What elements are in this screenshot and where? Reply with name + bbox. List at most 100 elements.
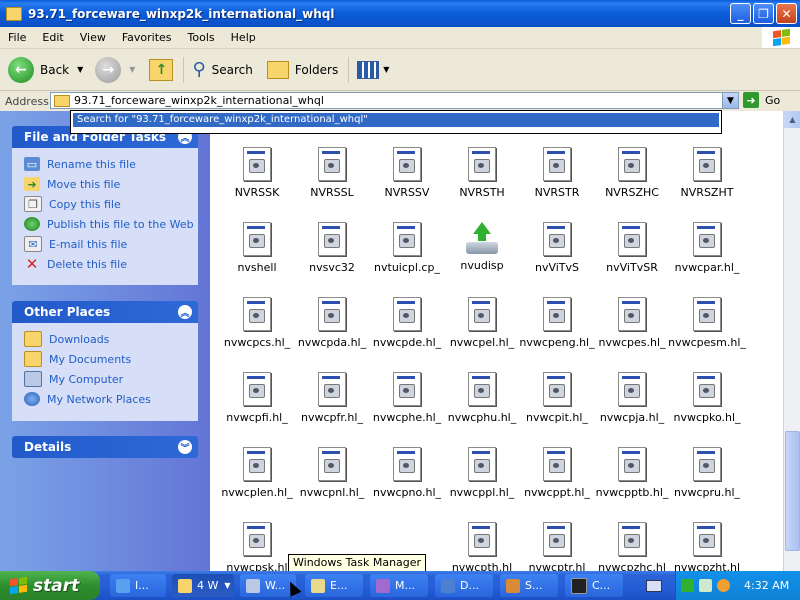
file-item[interactable]: nvwcpfr.hl_ xyxy=(293,372,371,424)
maximize-button[interactable]: ❐ xyxy=(753,3,774,24)
file-item[interactable]: nvwcpit.hl_ xyxy=(518,372,596,424)
file-item[interactable]: nvViTvS xyxy=(518,222,596,274)
search-button[interactable]: ⚲ Search xyxy=(192,59,252,80)
menu-file[interactable]: File xyxy=(0,31,34,44)
file-item[interactable]: nvwcpzhc.hl xyxy=(593,522,671,571)
menu-favorites[interactable]: Favorites xyxy=(114,31,180,44)
start-button[interactable]: start xyxy=(0,571,100,600)
network-icon[interactable] xyxy=(699,579,712,592)
file-item[interactable]: NVRSSL xyxy=(293,147,371,199)
file-item[interactable]: nvwcpes.hl_ xyxy=(593,297,671,349)
task-copy-label[interactable]: Copy this file xyxy=(49,198,121,211)
taskbar-button-m[interactable]: M... xyxy=(370,574,428,597)
search-icon[interactable] xyxy=(717,579,730,592)
task-rename[interactable]: ▭ Rename this file xyxy=(24,154,198,174)
task-publish[interactable]: Publish this file to the Web xyxy=(24,214,198,234)
folders-button[interactable]: Folders xyxy=(266,60,338,79)
file-item[interactable]: nvwcptr.hl xyxy=(518,522,596,571)
file-item[interactable]: nvwcphe.hl_ xyxy=(368,372,446,424)
file-item[interactable]: NVRSZHT xyxy=(668,147,746,199)
menu-view[interactable]: View xyxy=(72,31,114,44)
up-folder-button[interactable]: ↑ xyxy=(149,58,174,81)
autocomplete-suggestion[interactable]: Search for "93.71_forceware_winxp2k_inte… xyxy=(73,113,719,127)
file-item[interactable]: NVRSTH xyxy=(443,147,521,199)
task-rename-label[interactable]: Rename this file xyxy=(47,158,136,171)
task-email-label[interactable]: E-mail this file xyxy=(49,238,127,251)
place-my-documents[interactable]: My Documents xyxy=(24,349,198,369)
task-move[interactable]: ➜ Move this file xyxy=(24,174,198,194)
file-item[interactable]: NVRSSV xyxy=(368,147,446,199)
address-value[interactable]: 93.71_forceware_winxp2k_international_wh… xyxy=(74,94,324,107)
file-item[interactable]: nvwcpzht.hl xyxy=(668,522,746,571)
menu-help[interactable]: Help xyxy=(223,31,264,44)
chevron-down-icon[interactable]: ▼ xyxy=(129,65,135,74)
details-header[interactable]: Details ︾ xyxy=(12,436,198,458)
address-input[interactable]: 93.71_forceware_winxp2k_international_wh… xyxy=(50,92,738,109)
file-item[interactable]: nvwcpfi.hl_ xyxy=(218,372,296,424)
file-item[interactable]: nvViTvSR xyxy=(593,222,671,274)
task-delete-label[interactable]: Delete this file xyxy=(47,258,127,271)
place-my-computer-label[interactable]: My Computer xyxy=(49,373,123,386)
file-item[interactable]: nvwcphu.hl_ xyxy=(443,372,521,424)
file-item[interactable]: nvwcpru.hl_ xyxy=(668,447,746,499)
file-item[interactable]: nvsvc32 xyxy=(293,222,371,274)
file-item[interactable]: nvudisp xyxy=(443,222,521,272)
file-item[interactable]: nvwcpsk.hl xyxy=(218,522,296,571)
views-button[interactable]: ▼ xyxy=(357,60,389,79)
taskbar-button-c[interactable]: C... xyxy=(565,574,623,597)
scroll-thumb[interactable] xyxy=(785,431,800,551)
file-item[interactable]: nvshell xyxy=(218,222,296,274)
file-item[interactable]: nvwcpth.hl xyxy=(443,522,521,571)
go-button[interactable]: ➜ Go xyxy=(743,92,780,108)
place-my-computer[interactable]: My Computer xyxy=(24,369,198,389)
file-item[interactable]: nvwcplen.hl_ xyxy=(218,447,296,499)
back-button[interactable]: ← Back ▼ xyxy=(8,56,83,83)
task-delete[interactable]: ✕ Delete this file xyxy=(24,254,198,274)
place-network-label[interactable]: My Network Places xyxy=(47,393,151,406)
vertical-scrollbar[interactable]: ▲ xyxy=(783,111,800,571)
file-item[interactable]: nvwcppt.hl_ xyxy=(518,447,596,499)
task-publish-label[interactable]: Publish this file to the Web xyxy=(47,218,194,231)
forward-button[interactable]: → ▼ xyxy=(95,56,135,83)
file-item[interactable]: NVRSTR xyxy=(518,147,596,199)
taskbar-button-s[interactable]: S... xyxy=(500,574,558,597)
taskbar-button-d[interactable]: D... xyxy=(435,574,493,597)
close-button[interactable]: ✕ xyxy=(776,3,797,24)
taskbar-button-group[interactable]: 4 W ▼ xyxy=(172,574,234,597)
other-places-header[interactable]: Other Places ︽ xyxy=(12,301,198,323)
file-item[interactable]: NVRSSK xyxy=(218,147,296,199)
keyboard-icon[interactable] xyxy=(646,580,662,592)
minimize-button[interactable]: _ xyxy=(730,3,751,24)
file-item[interactable]: nvwcppl.hl_ xyxy=(443,447,521,499)
file-item[interactable]: nvwcpnl.hl_ xyxy=(293,447,371,499)
collapse-icon[interactable]: ︽ xyxy=(178,305,192,319)
file-item[interactable]: nvwcpko.hl_ xyxy=(668,372,746,424)
task-move-label[interactable]: Move this file xyxy=(47,178,120,191)
file-item[interactable]: nvwcpja.hl_ xyxy=(593,372,671,424)
file-item[interactable]: nvwcpptb.hl_ xyxy=(593,447,671,499)
file-item[interactable]: nvwcpar.hl_ xyxy=(668,222,746,274)
taskbar-button-e[interactable]: E... xyxy=(305,574,363,597)
taskbar-button-ie[interactable]: I... xyxy=(110,574,166,597)
place-downloads-label[interactable]: Downloads xyxy=(49,333,109,346)
expand-icon[interactable]: ︾ xyxy=(178,440,192,454)
file-item[interactable]: nvwcpda.hl_ xyxy=(293,297,371,349)
chevron-down-icon[interactable]: ▼ xyxy=(77,65,83,74)
scroll-up-button[interactable]: ▲ xyxy=(784,111,800,128)
file-item[interactable]: nvwcpesm.hl_ xyxy=(668,297,746,349)
file-item[interactable]: NVRSZHC xyxy=(593,147,671,199)
file-item[interactable]: nvwcpno.hl_ xyxy=(368,447,446,499)
place-downloads[interactable]: Downloads xyxy=(24,329,198,349)
tray-app-icon[interactable] xyxy=(681,579,694,592)
file-item[interactable]: nvwcpcs.hl_ xyxy=(218,297,296,349)
place-network[interactable]: My Network Places xyxy=(24,389,198,409)
file-item[interactable]: nvwcpeng.hl_ xyxy=(518,297,596,349)
file-item[interactable]: nvwcpde.hl_ xyxy=(368,297,446,349)
task-email[interactable]: ✉ E-mail this file xyxy=(24,234,198,254)
address-dropdown-button[interactable]: ▼ xyxy=(722,92,739,109)
file-item[interactable]: nvtuicpl.cp_ xyxy=(368,222,446,274)
menu-edit[interactable]: Edit xyxy=(34,31,71,44)
title-bar[interactable]: 93.71_forceware_winxp2k_international_wh… xyxy=(0,0,800,27)
file-item[interactable]: nvwcpel.hl_ xyxy=(443,297,521,349)
place-my-documents-label[interactable]: My Documents xyxy=(49,353,131,366)
